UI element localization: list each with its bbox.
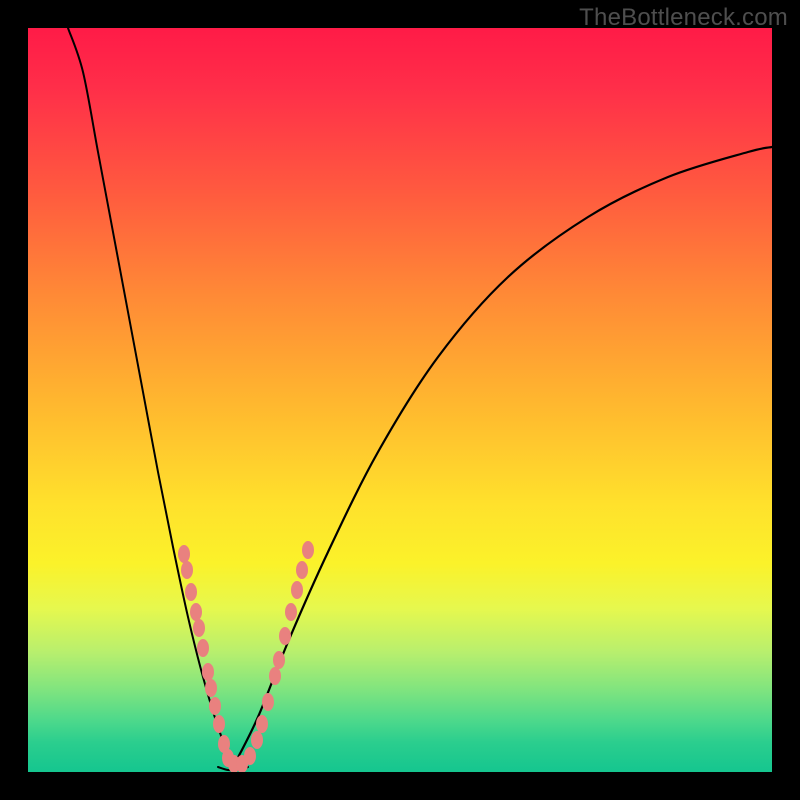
data-marker [262, 693, 274, 711]
data-marker [181, 561, 193, 579]
data-marker [202, 663, 214, 681]
data-marker [193, 619, 205, 637]
data-marker [256, 715, 268, 733]
data-marker [185, 583, 197, 601]
data-marker [273, 651, 285, 669]
data-marker [209, 697, 221, 715]
data-marker [296, 561, 308, 579]
data-marker [251, 731, 263, 749]
data-marker [244, 747, 256, 765]
data-marker [285, 603, 297, 621]
data-marker [302, 541, 314, 559]
data-marker [190, 603, 202, 621]
data-marker [178, 545, 190, 563]
chart-frame: TheBottleneck.com [0, 0, 800, 800]
curve-layer [28, 28, 772, 772]
data-marker [197, 639, 209, 657]
data-marker [291, 581, 303, 599]
curve-right-branch [233, 147, 772, 767]
curve-left-branch [68, 28, 233, 767]
data-marker [279, 627, 291, 645]
plot-area [28, 28, 772, 772]
data-marker [213, 715, 225, 733]
data-marker [269, 667, 281, 685]
data-marker [205, 679, 217, 697]
